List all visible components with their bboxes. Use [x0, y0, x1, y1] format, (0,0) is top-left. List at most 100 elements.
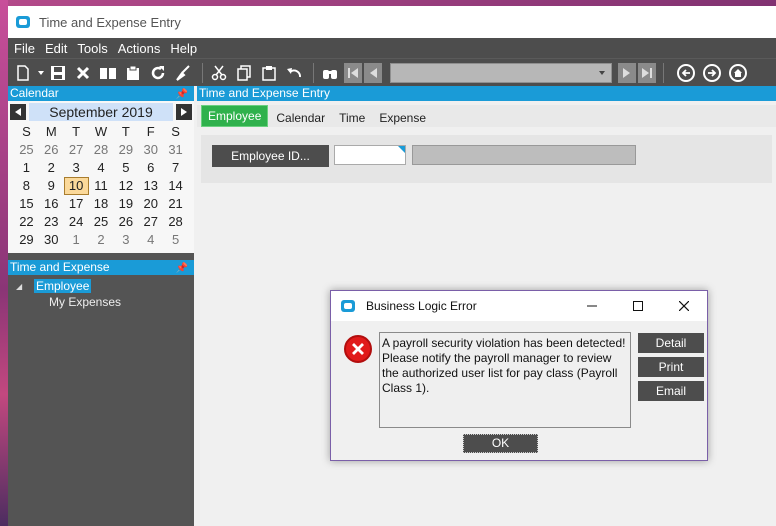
pin-icon[interactable]: 📌 — [176, 261, 188, 276]
calendar-day[interactable]: 16 — [39, 195, 64, 213]
minimize-icon[interactable] — [569, 291, 615, 321]
calendar-day[interactable]: 4 — [89, 159, 114, 177]
calendar-day[interactable]: 3 — [64, 159, 89, 177]
calendar-day[interactable]: 2 — [39, 159, 64, 177]
clear-icon[interactable] — [172, 62, 194, 84]
menu-edit[interactable]: Edit — [45, 41, 67, 56]
calendar-day[interactable]: 18 — [89, 195, 114, 213]
calendar-day[interactable]: 5 — [163, 231, 188, 249]
calendar-day[interactable]: 5 — [113, 159, 138, 177]
toolbar — [8, 58, 776, 86]
paste-icon[interactable] — [258, 62, 280, 84]
menu-actions[interactable]: Actions — [118, 41, 161, 56]
weekday-label: S — [22, 124, 31, 139]
tab-employee[interactable]: Employee — [201, 105, 269, 127]
calendar-day[interactable]: 26 — [113, 213, 138, 231]
calendar-day[interactable]: 13 — [138, 177, 163, 195]
window-titlebar[interactable]: Time and Expense Entry — [8, 6, 776, 38]
calendar-day[interactable]: 29 — [14, 231, 39, 249]
calendar-day[interactable]: 1 — [64, 231, 89, 249]
calendar-day[interactable]: 4 — [138, 231, 163, 249]
last-record-icon[interactable] — [638, 62, 656, 83]
book-icon[interactable] — [97, 62, 119, 84]
calendar-day[interactable]: 2 — [89, 231, 114, 249]
employee-id-input[interactable] — [334, 145, 406, 165]
refresh-icon[interactable] — [147, 62, 169, 84]
back-icon[interactable] — [677, 63, 695, 82]
calendar-day[interactable]: 3 — [113, 231, 138, 249]
menu-tools[interactable]: Tools — [77, 41, 107, 56]
calendar-day[interactable]: 28 — [163, 213, 188, 231]
calendar-day[interactable]: 29 — [113, 141, 138, 159]
first-record-icon[interactable] — [344, 62, 362, 83]
calendar-day[interactable]: 19 — [113, 195, 138, 213]
next-record-icon[interactable] — [618, 62, 636, 83]
calendar-day-today[interactable]: 10 — [63, 177, 89, 195]
delete-icon[interactable] — [72, 62, 94, 84]
home-icon[interactable] — [729, 63, 747, 82]
main-panel-header: Time and Expense Entry — [197, 86, 776, 101]
employee-id-button[interactable]: Employee ID... — [212, 145, 329, 167]
tree-expand-icon[interactable]: ◢ — [16, 282, 26, 291]
calendar-day[interactable]: 24 — [64, 213, 89, 231]
forward-icon[interactable] — [703, 63, 721, 82]
chevron-down-icon[interactable] — [37, 62, 45, 84]
calendar-day[interactable]: 30 — [138, 141, 163, 159]
email-button[interactable]: Email — [638, 381, 704, 401]
calendar-day[interactable]: 14 — [163, 177, 188, 195]
calendar-day[interactable]: 27 — [138, 213, 163, 231]
tab-expense[interactable]: Expense — [373, 109, 432, 127]
maximize-icon[interactable] — [615, 291, 661, 321]
calendar-panel-title: Calendar — [10, 86, 59, 100]
calendar-day[interactable]: 25 — [89, 213, 114, 231]
calendar-day[interactable]: 15 — [14, 195, 39, 213]
menu-help[interactable]: Help — [170, 41, 197, 56]
calendar-day[interactable]: 22 — [14, 213, 39, 231]
window-title: Time and Expense Entry — [39, 14, 181, 30]
tree-item-my-expenses[interactable]: My Expenses — [16, 294, 194, 310]
record-dropdown[interactable] — [390, 62, 612, 83]
undo-icon[interactable] — [283, 62, 305, 84]
calendar-day[interactable]: 26 — [39, 141, 64, 159]
calendar-day[interactable]: 21 — [163, 195, 188, 213]
weekday-label: S — [171, 124, 180, 139]
menu-file[interactable]: File — [14, 41, 35, 56]
detail-button[interactable]: Detail — [638, 333, 704, 353]
calendar-day[interactable]: 31 — [163, 141, 188, 159]
calendar-day[interactable]: 7 — [163, 159, 188, 177]
clipboard-icon[interactable] — [122, 62, 144, 84]
calendar-month-label[interactable]: September 2019 — [29, 103, 173, 121]
calendar-day[interactable]: 27 — [64, 141, 89, 159]
calendar-day[interactable]: 30 — [39, 231, 64, 249]
calendar-day[interactable]: 9 — [39, 177, 64, 195]
ok-button[interactable]: OK — [463, 434, 538, 453]
cut-icon[interactable] — [208, 62, 230, 84]
tree-item-employee[interactable]: ◢ Employee — [16, 278, 194, 294]
copy-icon[interactable] — [233, 62, 255, 84]
calendar-day[interactable]: 28 — [89, 141, 114, 159]
calendar-day[interactable]: 1 — [14, 159, 39, 177]
new-icon[interactable] — [12, 62, 34, 84]
pin-icon[interactable]: 📌 — [176, 87, 188, 102]
tree-item-label[interactable]: Employee — [34, 279, 92, 293]
calendar-day[interactable]: 8 — [14, 177, 39, 195]
previous-record-icon[interactable] — [364, 62, 382, 83]
tab-time[interactable]: Time — [333, 109, 371, 127]
dialog-titlebar[interactable]: Business Logic Error — [331, 291, 707, 321]
tab-calendar[interactable]: Calendar — [270, 109, 331, 127]
calendar-day[interactable]: 23 — [39, 213, 64, 231]
calendar-day[interactable]: 11 — [89, 177, 114, 195]
calendar-day[interactable]: 6 — [138, 159, 163, 177]
close-icon[interactable] — [661, 291, 707, 321]
save-icon[interactable] — [47, 62, 69, 84]
binoculars-icon[interactable] — [319, 62, 341, 84]
calendar-day[interactable]: 20 — [138, 195, 163, 213]
tab-strip: Employee Calendar Time Expense — [197, 105, 776, 127]
calendar-day[interactable]: 25 — [14, 141, 39, 159]
dialog-title: Business Logic Error — [366, 299, 477, 313]
print-button[interactable]: Print — [638, 357, 704, 377]
next-month-button[interactable] — [176, 104, 192, 120]
calendar-day[interactable]: 12 — [113, 177, 138, 195]
calendar-day[interactable]: 17 — [64, 195, 89, 213]
previous-month-button[interactable] — [10, 104, 26, 120]
